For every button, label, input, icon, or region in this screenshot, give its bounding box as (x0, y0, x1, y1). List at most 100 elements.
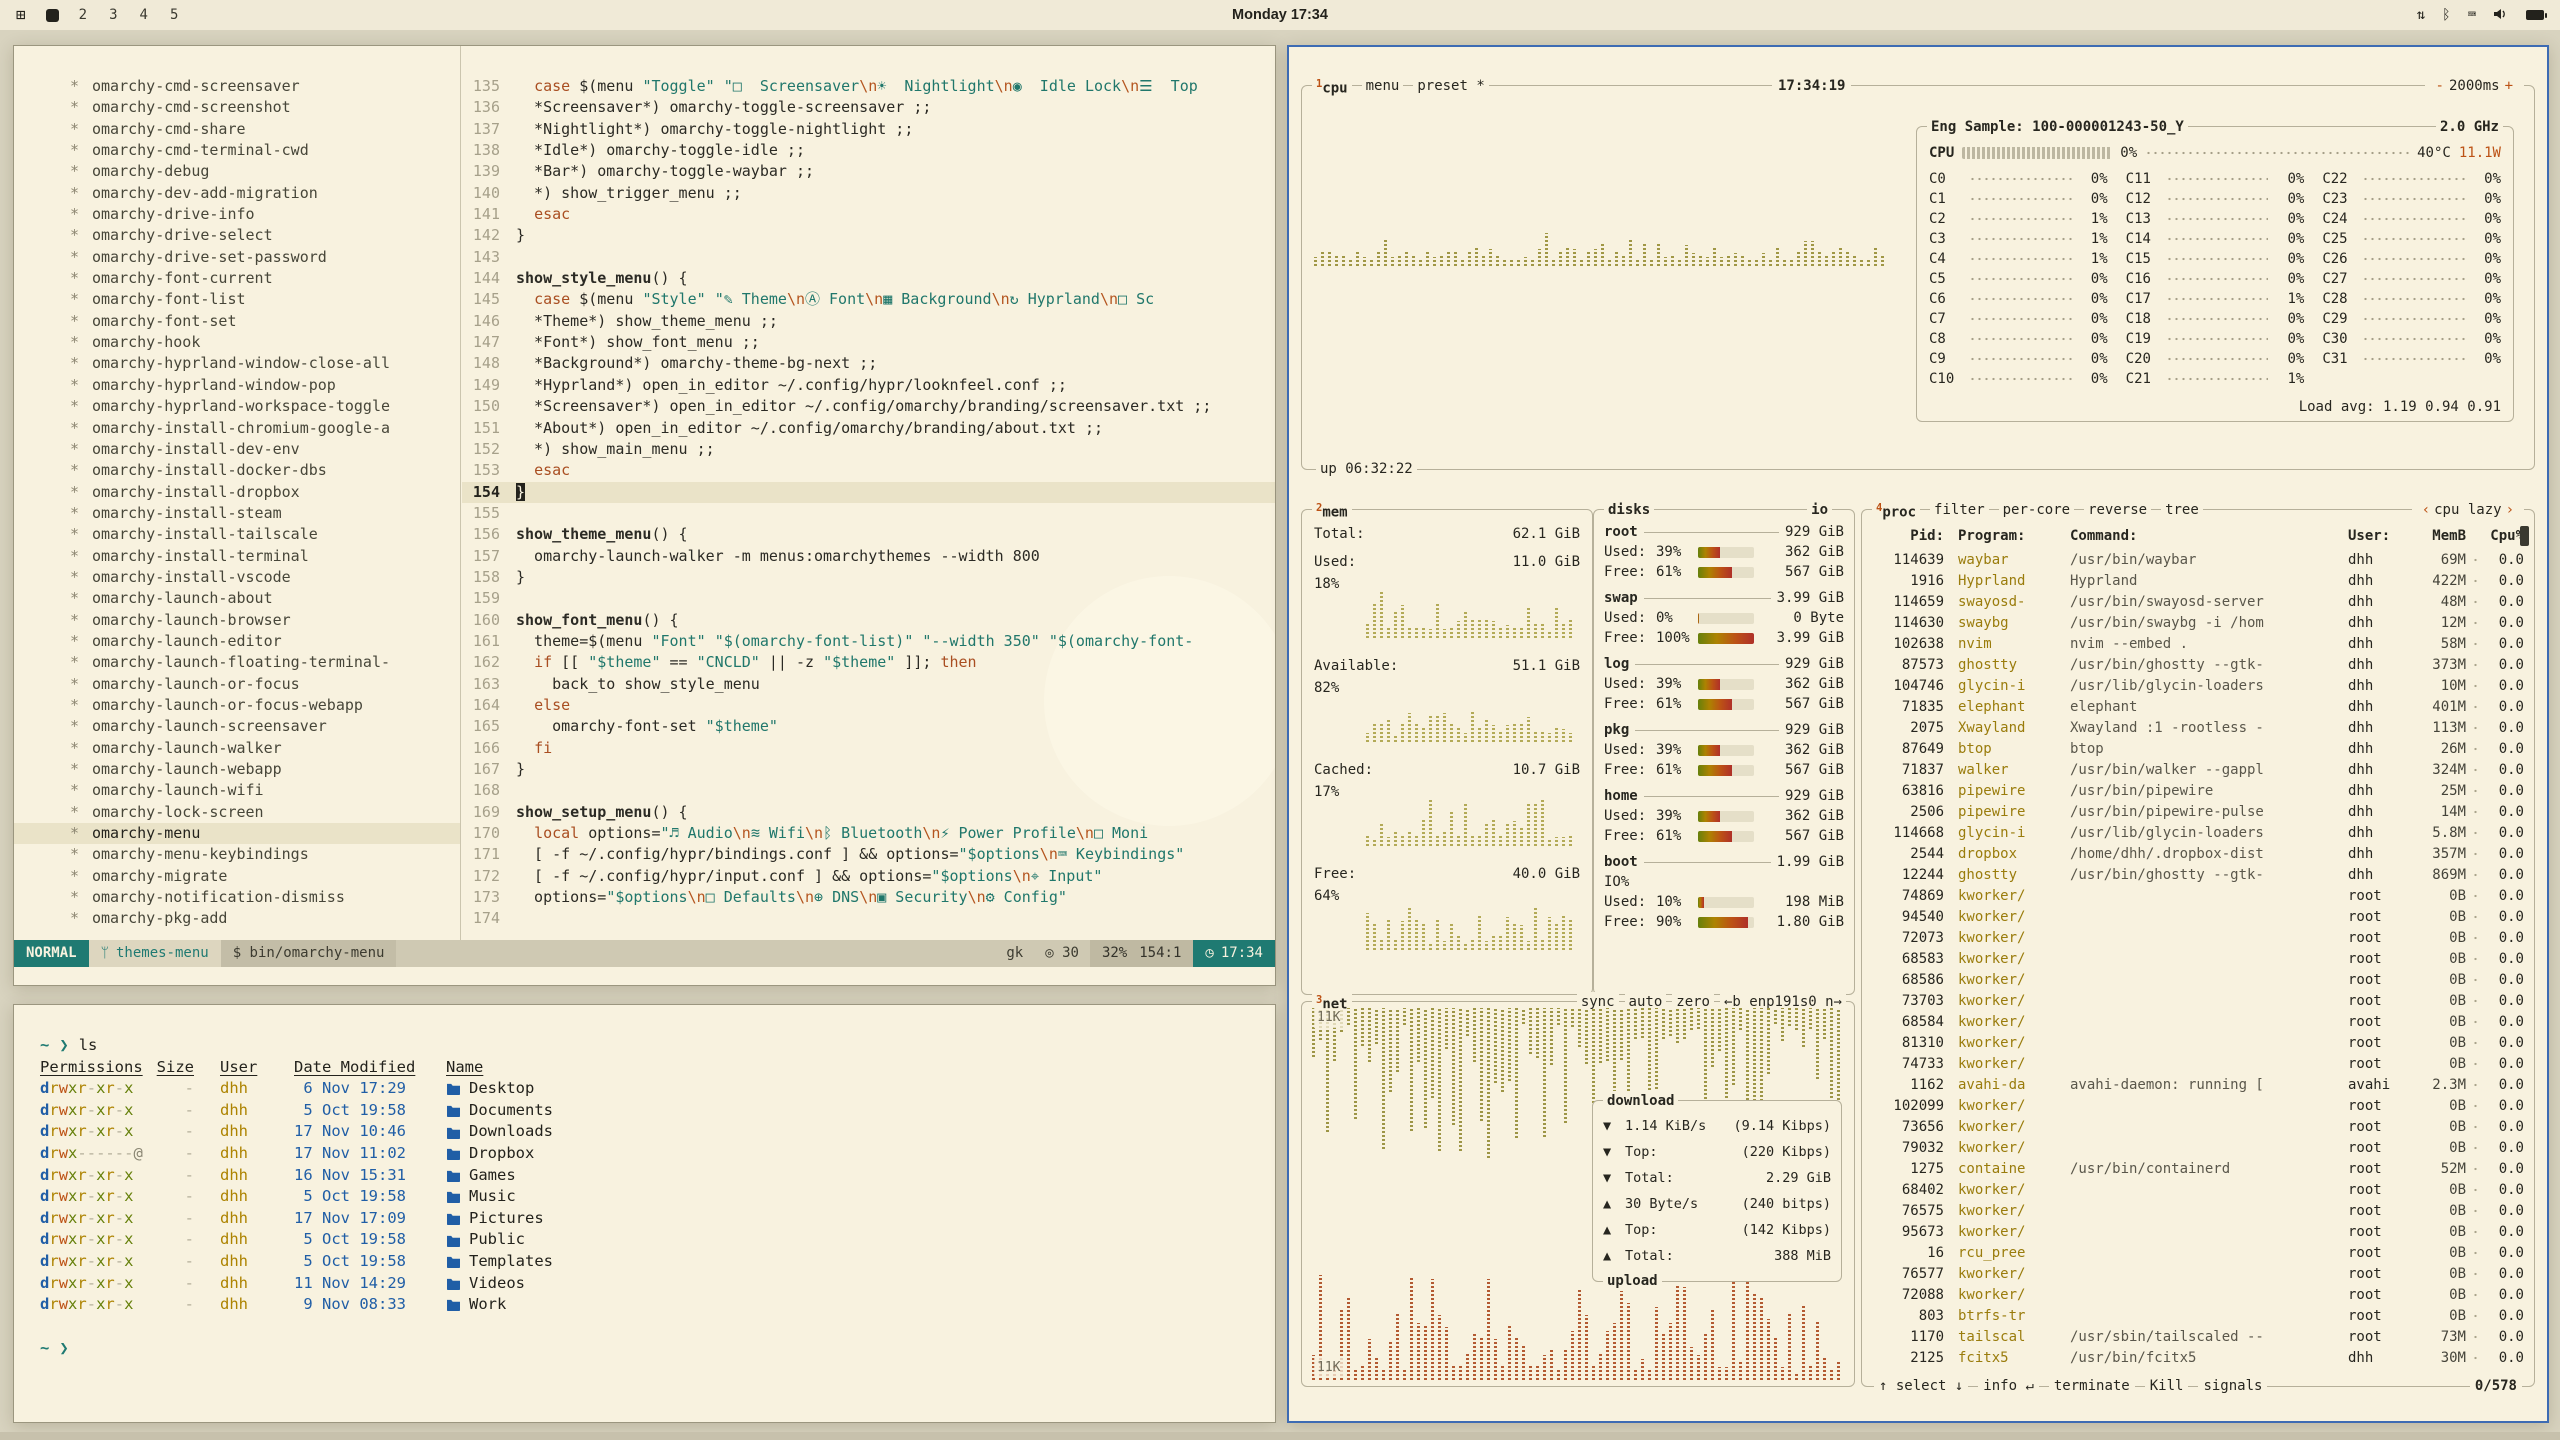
file-tree-item[interactable]: *omarchy-launch-editor (14, 631, 460, 652)
file-tree-item[interactable]: *omarchy-hyprland-workspace-toggle (14, 396, 460, 417)
proc-box-title[interactable]: 4proc (1872, 498, 1920, 523)
keyboard-icon[interactable]: ⌨ (2468, 8, 2476, 22)
file-tree-item[interactable]: *omarchy-menu (14, 823, 460, 844)
file-tree-item[interactable]: *omarchy-install-vscode (14, 567, 460, 588)
file-tree-item[interactable]: *omarchy-launch-floating-terminal- (14, 652, 460, 673)
process-row[interactable]: 803btrfs-trroot0B0.0 (1872, 1305, 2524, 1326)
process-row[interactable]: 68586kworker/root0B0.0 (1872, 969, 2524, 990)
process-row[interactable]: 1275containe/usr/bin/containerdroot52M0.… (1872, 1158, 2524, 1179)
process-row[interactable]: 12244ghostty/usr/bin/ghostty --gtk-dhh86… (1872, 864, 2524, 885)
file-tree-item[interactable]: *omarchy-debug (14, 161, 460, 182)
file-tree-item[interactable]: *omarchy-install-terminal (14, 546, 460, 567)
process-row[interactable]: 71835elephantelephantdhh401M0.0 (1872, 696, 2524, 717)
directory-name[interactable]: Public (446, 1229, 1249, 1251)
process-row[interactable]: 104746glycin-i/usr/lib/glycin-loadersdhh… (1872, 675, 2524, 696)
directory-name[interactable]: Videos (446, 1273, 1249, 1295)
menu-button[interactable]: menu (1362, 76, 1404, 96)
file-tree-item[interactable]: *omarchy-launch-about (14, 588, 460, 609)
proc-tree-button[interactable]: tree (2161, 500, 2203, 520)
network-arrows-icon[interactable]: ⇅ (2417, 8, 2425, 22)
preset-button[interactable]: preset * (1413, 76, 1488, 96)
directory-name[interactable]: Templates (446, 1251, 1249, 1273)
process-row[interactable]: 1162avahi-daavahi-daemon: running [avahi… (1872, 1074, 2524, 1095)
workspace-button-3[interactable]: 3 (109, 7, 117, 23)
file-tree-item[interactable]: *omarchy-cmd-terminal-cwd (14, 140, 460, 161)
process-row[interactable]: 114630swaybg/usr/bin/swaybg -i /homdhh12… (1872, 612, 2524, 633)
process-row[interactable]: 74869kworker/root0B0.0 (1872, 885, 2524, 906)
directory-name[interactable]: Downloads (446, 1121, 1249, 1143)
interval-plus[interactable]: + (2505, 78, 2513, 94)
directory-name[interactable]: Music (446, 1186, 1249, 1208)
process-row[interactable]: 2125fcitx5/usr/bin/fcitx5dhh30M0.0 (1872, 1347, 2524, 1368)
process-row[interactable]: 2544dropbox/home/dhh/.dropbox-distdhh357… (1872, 843, 2524, 864)
disks-box-title[interactable]: disks (1604, 500, 1654, 520)
workspace-button-4[interactable]: 4 (140, 7, 148, 23)
process-row[interactable]: 73703kworker/root0B0.0 (1872, 990, 2524, 1011)
file-tree-item[interactable]: *omarchy-drive-select (14, 225, 460, 246)
update-interval[interactable]: -2000ms+ (2425, 76, 2524, 96)
git-branch[interactable]: ᛘ themes-menu (89, 940, 221, 967)
column-header[interactable]: Command: (2070, 526, 2348, 546)
process-row[interactable]: 102638nvimnvim --embed .dhh58M0.0 (1872, 633, 2524, 654)
io-toggle[interactable]: io (1807, 500, 1832, 520)
process-row[interactable]: 87573ghostty/usr/bin/ghostty --gtk-dhh37… (1872, 654, 2524, 675)
cpu-box-title[interactable]: 1cpu (1312, 74, 1352, 99)
sort-left-arrow[interactable]: ‹ (2422, 502, 2430, 518)
process-row[interactable]: 79032kworker/root0B0.0 (1872, 1137, 2524, 1158)
file-tree-item[interactable]: *omarchy-cmd-share (14, 119, 460, 140)
file-tree-item[interactable]: *omarchy-launch-or-focus-webapp (14, 695, 460, 716)
file-tree-item[interactable]: *omarchy-dev-add-migration (14, 183, 460, 204)
process-row[interactable]: 1916HyprlandHyprlanddhh422M0.0 (1872, 570, 2524, 591)
file-tree-item[interactable]: *omarchy-cmd-screensaver (14, 76, 460, 97)
file-tree-item[interactable]: *omarchy-launch-browser (14, 610, 460, 631)
bluetooth-icon[interactable]: ᛒ (2442, 8, 2450, 22)
process-row[interactable]: 114668glycin-i/usr/lib/glycin-loadersdhh… (1872, 822, 2524, 843)
directory-name[interactable]: Documents (446, 1100, 1249, 1122)
process-row[interactable]: 68583kworker/root0B0.0 (1872, 948, 2524, 969)
process-row[interactable]: 94540kworker/root0B0.0 (1872, 906, 2524, 927)
mem-box-title[interactable]: 2mem (1312, 498, 1352, 523)
file-tree-item[interactable]: *omarchy-install-dev-env (14, 439, 460, 460)
column-header[interactable]: Pid: (1872, 526, 1944, 546)
scroll-indicator[interactable] (2520, 526, 2529, 546)
process-row[interactable]: 72073kworker/root0B0.0 (1872, 927, 2524, 948)
column-header[interactable]: Cpu% (2484, 526, 2524, 546)
directory-name[interactable]: Dropbox (446, 1143, 1249, 1165)
process-row[interactable]: 68402kworker/root0B0.0 (1872, 1179, 2524, 1200)
footer-key[interactable]: ↑ select ↓ (1874, 1376, 1968, 1396)
process-row[interactable]: 73656kworker/root0B0.0 (1872, 1116, 2524, 1137)
file-tree-item[interactable]: *omarchy-install-dropbox (14, 482, 460, 503)
file-tree-item[interactable]: *omarchy-font-list (14, 289, 460, 310)
code-pane[interactable]: 135 case $(menu "Toggle" "□ Screensaver\… (462, 46, 1275, 940)
clock[interactable]: Monday 17:34 (1232, 7, 1328, 23)
process-row[interactable]: 71837walker/usr/bin/walker --gappldhh324… (1872, 759, 2524, 780)
directory-name[interactable]: Desktop (446, 1078, 1249, 1100)
launcher-icon[interactable]: ⊞ (16, 7, 26, 23)
file-tree-item[interactable]: *omarchy-launch-walker (14, 738, 460, 759)
directory-name[interactable]: Work (446, 1294, 1249, 1316)
process-row[interactable]: 76577kworker/root0B0.0 (1872, 1263, 2524, 1284)
process-row[interactable]: 102099kworker/root0B0.0 (1872, 1095, 2524, 1116)
proc-filter-button[interactable]: filter (1930, 500, 1989, 520)
file-tree-item[interactable]: *omarchy-launch-webapp (14, 759, 460, 780)
process-row[interactable]: 114659swayosd-/usr/bin/swayosd-serverdhh… (1872, 591, 2524, 612)
file-tree-item[interactable]: *omarchy-install-docker-dbs (14, 460, 460, 481)
file-tree-item[interactable]: *omarchy-hyprland-window-pop (14, 375, 460, 396)
workspace-button-2[interactable]: 2 (79, 7, 87, 23)
file-tree-item[interactable]: *omarchy-install-steam (14, 503, 460, 524)
directory-name[interactable]: Games (446, 1165, 1249, 1187)
column-header[interactable]: User: (2348, 526, 2412, 546)
file-tree-item[interactable]: *omarchy-launch-screensaver (14, 716, 460, 737)
file-tree-item[interactable]: *omarchy-lock-screen (14, 802, 460, 823)
file-tree-item[interactable]: *omarchy-pkg-add (14, 908, 460, 929)
process-row[interactable]: 2506pipewire/usr/bin/pipewire-pulsedhh14… (1872, 801, 2524, 822)
prompt-line[interactable]: ~ ❯ (40, 1338, 1249, 1360)
file-tree-item[interactable]: *omarchy-notification-dismiss (14, 887, 460, 908)
file-tree-item[interactable]: *omarchy-drive-set-password (14, 247, 460, 268)
file-tree-item[interactable]: *omarchy-migrate (14, 866, 460, 887)
process-row[interactable]: 63816pipewire/usr/bin/pipewiredhh25M0.0 (1872, 780, 2524, 801)
process-row[interactable]: 1170tailscal/usr/sbin/tailscaled --root7… (1872, 1326, 2524, 1347)
column-header[interactable]: MemB (2412, 526, 2466, 546)
process-row[interactable]: 2075XwaylandXwayland :1 -rootless -dhh11… (1872, 717, 2524, 738)
footer-key[interactable]: Kill (2145, 1376, 2189, 1396)
